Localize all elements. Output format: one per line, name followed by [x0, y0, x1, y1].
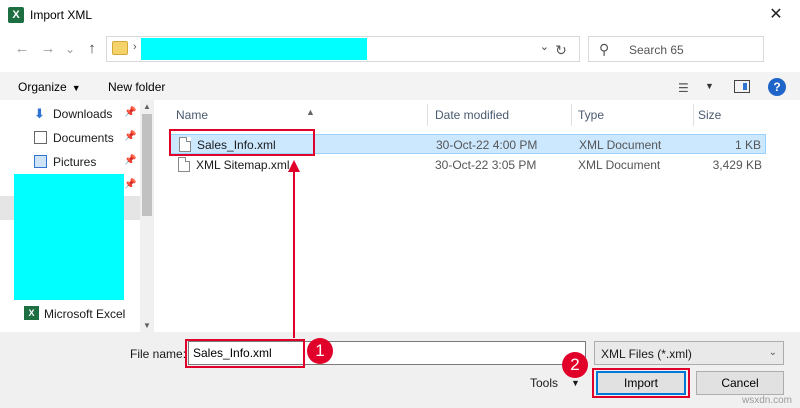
file-date: 30-Oct-22 3:05 PM	[435, 158, 537, 172]
pin-icon: 📌	[124, 107, 137, 118]
xml-file-icon	[178, 157, 190, 172]
sidebar-item-label: Downloads	[53, 107, 113, 121]
annotation-highlight-filename	[185, 339, 305, 368]
download-icon: ⬇	[34, 106, 45, 121]
pin-icon: 📌	[124, 179, 137, 190]
sort-ascending-icon: ▲	[306, 107, 315, 117]
chevron-down-icon[interactable]: ⌄	[540, 40, 549, 53]
folder-icon	[112, 41, 128, 55]
excel-icon: X	[8, 7, 24, 23]
sidebar-item-downloads[interactable]: ⬇ Downloads 📌	[0, 102, 140, 126]
up-arrow-icon[interactable]: ↑	[82, 38, 102, 60]
redacted-sidebar-items	[14, 174, 124, 300]
file-name-label: File name:	[130, 347, 187, 361]
recent-locations-icon[interactable]: ⌄	[60, 38, 80, 60]
redacted-path	[141, 38, 367, 60]
caret-down-icon: ▼	[71, 83, 81, 93]
column-label: Date modified	[435, 108, 510, 122]
annotation-step-2: 2	[562, 352, 588, 378]
cancel-button[interactable]: Cancel	[696, 371, 784, 395]
table-row[interactable]: XML Sitemap.xml 30-Oct-22 3:05 PM XML Do…	[170, 155, 766, 175]
help-icon[interactable]: ?	[768, 78, 786, 96]
file-name: XML Sitemap.xml	[196, 158, 290, 172]
scroll-down-icon[interactable]: ▼	[142, 321, 152, 330]
sidebar-item-pictures[interactable]: Pictures 📌	[0, 150, 140, 174]
sidebar-item-label: Pictures	[53, 155, 97, 169]
column-label: Size	[698, 108, 722, 122]
window-title: Import XML	[30, 8, 93, 22]
sidebar-item-microsoft-excel[interactable]: X Microsoft Excel	[0, 302, 140, 324]
file-type: XML Document	[578, 158, 661, 172]
sidebar-item-label: Documents	[53, 131, 114, 145]
file-date: 30-Oct-22 4:00 PM	[436, 138, 538, 152]
address-bar[interactable]: › ⌄	[106, 36, 580, 62]
organize-button[interactable]: Organize ▼	[18, 80, 81, 94]
organize-label: Organize	[18, 80, 67, 94]
sidebar-item-documents[interactable]: Documents 📌	[0, 126, 140, 150]
scroll-up-icon[interactable]: ▲	[142, 102, 152, 111]
caret-down-icon[interactable]: ▼	[705, 81, 714, 91]
search-placeholder: Search 65	[629, 43, 684, 57]
annotation-step-1: 1	[307, 338, 333, 364]
sidebar-scrollbar[interactable]: ▲ ▼	[140, 100, 154, 332]
forward-arrow-icon[interactable]: →	[38, 38, 58, 60]
file-type-filter-select[interactable]: XML Files (*.xml) ⌄	[594, 341, 784, 365]
file-type: XML Document	[579, 138, 662, 152]
filter-selected-value: XML Files (*.xml)	[601, 347, 692, 361]
pin-icon: 📌	[124, 131, 137, 142]
column-header-type[interactable]: Type	[572, 100, 694, 128]
preview-pane-icon[interactable]	[734, 80, 750, 93]
excel-icon: X	[24, 306, 39, 320]
scrollbar-thumb[interactable]	[142, 114, 152, 216]
annotation-highlight-import	[592, 368, 690, 398]
search-input[interactable]: ⚲ Search 65	[588, 36, 764, 62]
close-button[interactable]: ✕	[758, 2, 794, 28]
column-label: Name	[176, 108, 209, 122]
pictures-icon	[34, 155, 47, 168]
column-header-name[interactable]: Name ▲	[170, 100, 428, 128]
view-options-icon[interactable]: ☰	[678, 81, 689, 95]
chevron-down-icon: ⌄	[768, 347, 777, 358]
tools-button[interactable]: Tools	[530, 376, 558, 390]
column-header-size[interactable]: Size	[694, 100, 766, 128]
search-icon: ⚲	[599, 41, 610, 57]
document-icon	[34, 131, 47, 144]
caret-down-icon[interactable]: ▼	[571, 378, 580, 388]
chevron-right-icon[interactable]: ›	[133, 41, 137, 53]
pin-icon: 📌	[124, 155, 137, 166]
annotation-highlight-file	[169, 129, 315, 156]
refresh-icon[interactable]: ↻	[549, 40, 573, 60]
file-size: 3,429 KB	[712, 158, 762, 172]
column-header-date-modified[interactable]: Date modified	[428, 100, 572, 128]
new-folder-button[interactable]: New folder	[108, 80, 165, 94]
file-size: 1 KB	[734, 138, 761, 152]
command-toolbar: Organize ▼ New folder ☰ ▼ ?	[0, 72, 800, 100]
sidebar-item-label: Microsoft Excel	[44, 307, 126, 321]
column-label: Type	[578, 108, 605, 122]
title-bar: X Import XML ✕	[0, 0, 800, 30]
back-arrow-icon[interactable]: ←	[12, 38, 32, 60]
watermark: wsxdn.com	[741, 395, 792, 406]
